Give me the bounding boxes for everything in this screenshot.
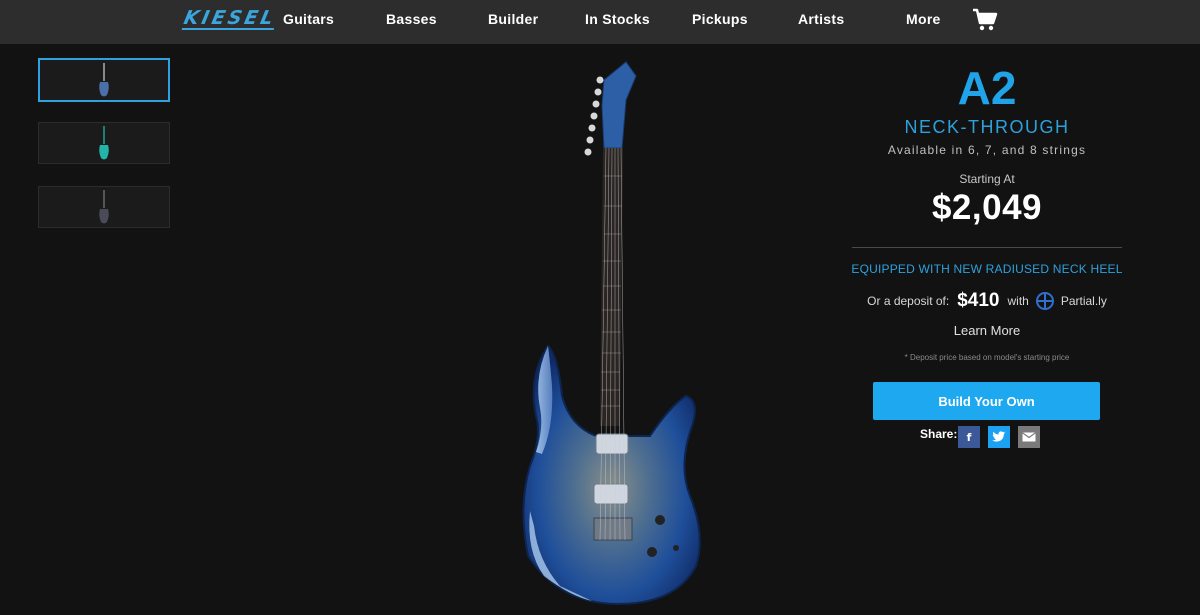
thumbnail-1[interactable] — [38, 58, 170, 102]
deposit-prefix: Or a deposit of: — [867, 294, 950, 308]
build-your-own-button[interactable]: Build Your Own — [873, 382, 1100, 420]
feature-callout: EQUIPPED WITH NEW RADIUSED NECK HEEL — [851, 262, 1123, 276]
guitar-thumbnail-icon — [99, 63, 109, 97]
guitar-thumbnail-icon — [99, 126, 109, 160]
top-nav: KIESEL Guitars Basses Builder In Stocks … — [0, 0, 1200, 44]
guitar-thumbnail-icon — [99, 190, 109, 224]
nav-guitars[interactable]: Guitars — [283, 11, 334, 27]
twitter-icon[interactable] — [988, 426, 1010, 448]
partner-name: Partial.ly — [1060, 294, 1107, 308]
deposit-with: with — [1007, 294, 1029, 308]
deposit-row: Or a deposit of: $410 with Partial.ly — [850, 287, 1124, 315]
learn-more-link[interactable]: Learn More — [850, 323, 1124, 338]
product-price: $2,049 — [931, 188, 1043, 227]
partially-logo-icon — [1035, 292, 1054, 310]
product-variant: NECK-THROUGH — [904, 117, 1070, 137]
product-model-title: A2 — [957, 62, 1017, 114]
nav-in-stocks[interactable]: In Stocks — [585, 11, 650, 27]
thumbnail-2[interactable] — [38, 122, 170, 164]
nav-more[interactable]: More — [906, 11, 941, 27]
deposit-disclaimer: * Deposit price based on model's startin… — [904, 353, 1070, 362]
nav-builder[interactable]: Builder — [488, 11, 538, 27]
cart-icon[interactable] — [972, 8, 998, 32]
mail-icon[interactable] — [1018, 426, 1040, 448]
kiesel-logo[interactable]: KIESEL — [181, 7, 278, 30]
facebook-icon[interactable]: f — [958, 426, 980, 448]
deposit-amount: $410 — [957, 290, 1000, 311]
starting-at-label: Starting At — [959, 172, 1015, 186]
share-label: Share: — [920, 427, 958, 441]
product-guitar-image — [500, 56, 740, 610]
nav-artists[interactable]: Artists — [798, 11, 844, 27]
nav-pickups[interactable]: Pickups — [692, 11, 748, 27]
thumbnail-3[interactable] — [38, 186, 170, 228]
availability-text: Available in 6, 7, and 8 strings — [887, 143, 1087, 157]
divider — [852, 247, 1122, 248]
nav-basses[interactable]: Basses — [386, 11, 437, 27]
